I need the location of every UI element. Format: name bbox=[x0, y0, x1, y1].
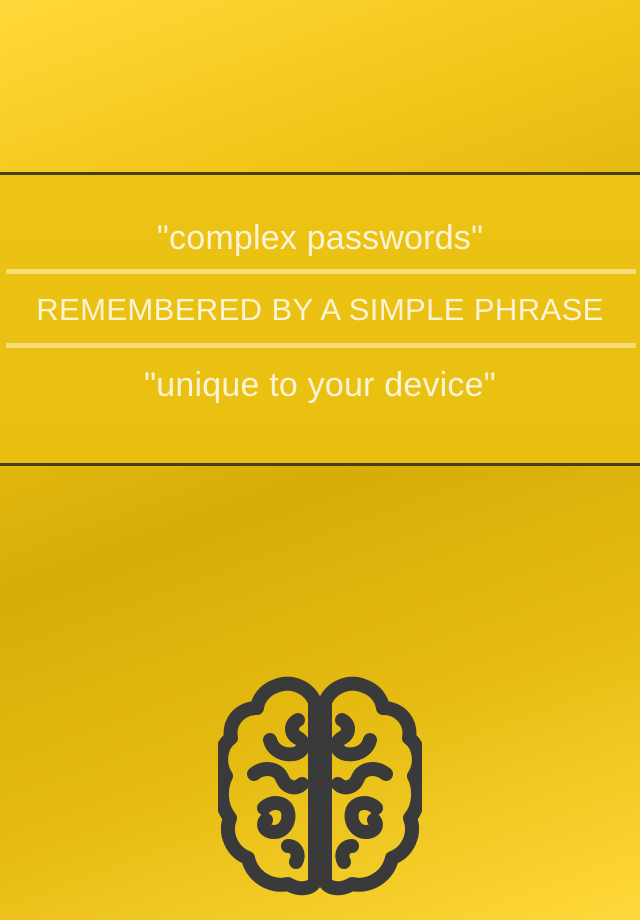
brain-icon bbox=[218, 676, 422, 898]
tagline-complex-passwords: "complex passwords" bbox=[156, 219, 484, 257]
intro-screen: "complex passwords" REMEMBERED BY A SIMP… bbox=[0, 0, 640, 920]
tagline-remembered-phrase: REMEMBERED BY A SIMPLE PHRASE bbox=[36, 292, 604, 327]
tagline-divider bbox=[6, 343, 636, 348]
tagline-divider bbox=[6, 269, 636, 274]
tagline-unique-device: "unique to your device" bbox=[144, 366, 496, 404]
tagline-banner: "complex passwords" REMEMBERED BY A SIMP… bbox=[0, 172, 640, 466]
